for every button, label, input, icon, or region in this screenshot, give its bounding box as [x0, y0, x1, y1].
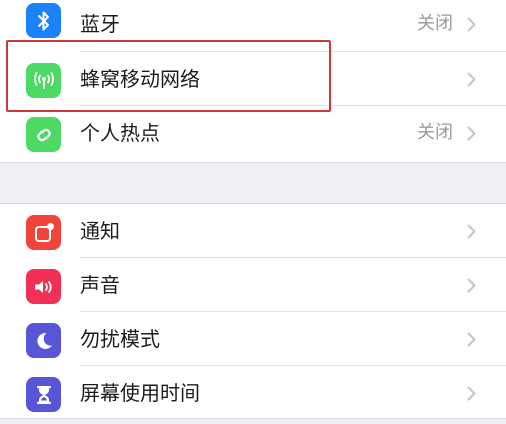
settings-row-sounds[interactable]: 声音 — [0, 258, 506, 312]
settings-row-label: 通知 — [80, 219, 120, 243]
settings-row-value: 关闭 — [417, 13, 453, 34]
group-separator — [0, 418, 506, 419]
bluetooth-icon — [26, 3, 61, 38]
settings-row-label: 声音 — [80, 273, 120, 297]
settings-row-personal-hotspot[interactable]: 个人热点 关闭 — [0, 106, 506, 160]
settings-row-label: 屏幕使用时间 — [80, 381, 200, 405]
settings-row-value: 关闭 — [417, 122, 453, 143]
speaker-icon — [26, 269, 61, 304]
chevron-right-icon — [467, 17, 476, 32]
chevron-right-icon — [467, 386, 476, 401]
settings-row-do-not-disturb[interactable]: 勿扰模式 — [0, 312, 506, 366]
group-separator — [0, 162, 506, 163]
chevron-right-icon — [467, 332, 476, 347]
settings-row-notifications[interactable]: 通知 — [0, 204, 506, 258]
moon-icon — [26, 323, 61, 358]
chevron-right-icon — [467, 126, 476, 141]
chevron-right-icon — [467, 278, 476, 293]
settings-group-notifications: 通知 声音 勿扰模式 屏幕使用时间 — [0, 204, 506, 419]
settings-row-label: 勿扰模式 — [80, 327, 160, 351]
settings-row-screen-time[interactable]: 屏幕使用时间 — [0, 366, 506, 420]
highlight-annotation-box — [6, 40, 331, 112]
notification-icon — [26, 215, 61, 250]
chevron-right-icon — [467, 224, 476, 239]
hotspot-icon — [26, 117, 61, 152]
chevron-right-icon — [467, 72, 476, 87]
settings-row-label: 个人热点 — [80, 121, 160, 145]
hourglass-icon — [26, 377, 61, 412]
